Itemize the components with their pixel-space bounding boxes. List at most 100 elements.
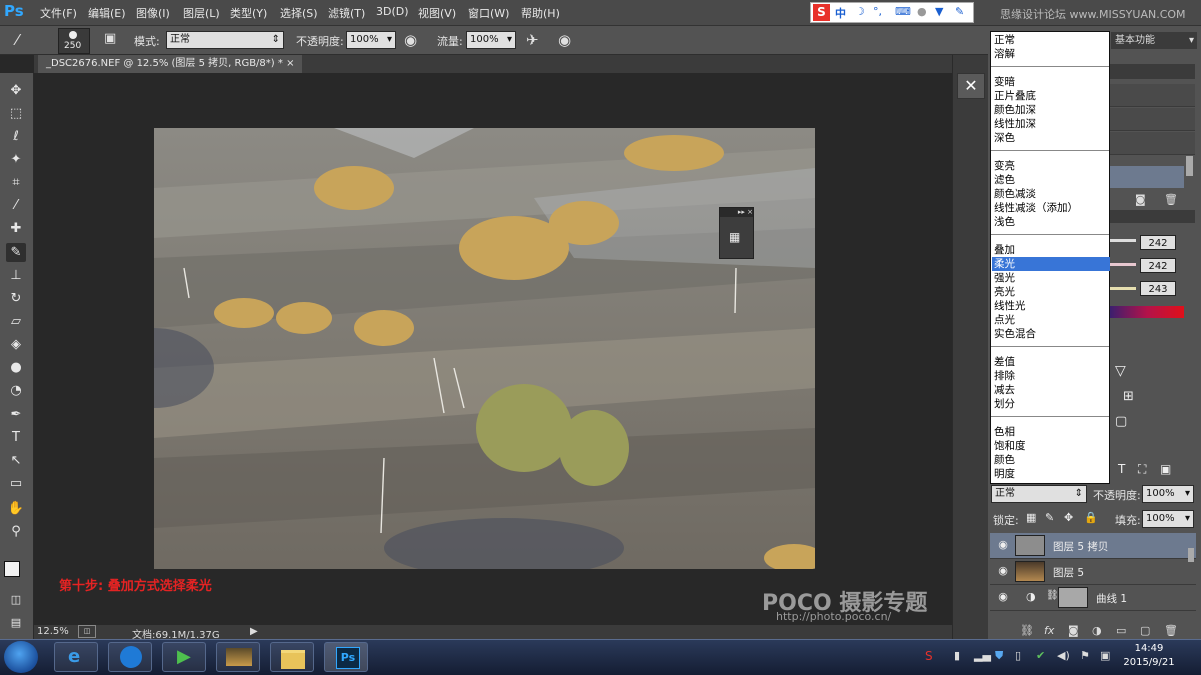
blend-mode-option[interactable]: 溶解 bbox=[992, 47, 1110, 61]
blend-mode-option[interactable]: 饱和度 bbox=[992, 439, 1110, 453]
scrollbar-thumb[interactable] bbox=[1186, 156, 1193, 176]
user-icon[interactable]: ● bbox=[917, 5, 927, 18]
layer-opacity-input[interactable]: 100% ▾ bbox=[1142, 485, 1194, 503]
stamp-tool-icon[interactable]: ⊥ bbox=[6, 266, 26, 285]
adjustment-icon[interactable]: ◑ bbox=[1092, 624, 1102, 637]
color-b-value[interactable]: 243 bbox=[1140, 281, 1176, 296]
status-menu-arrow-icon[interactable]: ▶ bbox=[250, 626, 258, 637]
crop-tool-icon[interactable]: ⌗ bbox=[6, 173, 26, 192]
panel-tab-header[interactable] bbox=[1110, 64, 1195, 79]
layer-row[interactable]: ◉ 图层 5 bbox=[990, 559, 1196, 585]
blend-mode-option[interactable]: 正常 bbox=[992, 33, 1110, 47]
brush-tool-icon[interactable]: ✎ bbox=[6, 243, 26, 262]
menu-window[interactable]: 窗口(W) bbox=[468, 5, 509, 21]
eye-icon[interactable]: ◉ bbox=[996, 564, 1010, 578]
history-row[interactable] bbox=[1110, 132, 1195, 155]
pressure-opacity-icon[interactable]: ◉ bbox=[404, 31, 417, 49]
trash-icon[interactable]: 🗑 bbox=[1164, 193, 1178, 206]
sogou-logo-icon[interactable]: S bbox=[813, 4, 830, 21]
blend-mode-option[interactable]: 强光 bbox=[992, 271, 1110, 285]
menu-image[interactable]: 图像(I) bbox=[136, 5, 170, 21]
lock-transparent-icon[interactable]: ▦ bbox=[1026, 511, 1036, 524]
menu-help[interactable]: 帮助(H) bbox=[521, 5, 560, 21]
keyboard-icon[interactable]: ⌨ bbox=[895, 5, 911, 18]
history-row[interactable] bbox=[1110, 84, 1195, 107]
b-slider[interactable] bbox=[1110, 287, 1136, 290]
layer-name[interactable]: 图层 5 bbox=[1053, 565, 1084, 580]
color-g-value[interactable]: 242 bbox=[1140, 258, 1176, 273]
blend-mode-option[interactable]: 深色 bbox=[992, 131, 1110, 145]
brush-preset-picker[interactable]: 250 bbox=[58, 28, 90, 54]
blend-mode-option[interactable]: 颜色减淡 bbox=[992, 187, 1110, 201]
blend-mode-option[interactable]: 线性加深 bbox=[992, 117, 1110, 131]
wrench-icon[interactable]: ✎ bbox=[955, 5, 964, 18]
blend-mode-option[interactable]: 滤色 bbox=[992, 173, 1110, 187]
flow-input[interactable]: 100% ▾ bbox=[466, 31, 516, 49]
photo-viewer-icon[interactable] bbox=[216, 642, 260, 672]
layer-name[interactable]: 曲线 1 bbox=[1096, 591, 1127, 606]
path-select-icon[interactable]: ↖ bbox=[6, 451, 26, 470]
group-icon[interactable]: ▭ bbox=[1116, 624, 1126, 637]
history-row[interactable] bbox=[1110, 108, 1195, 131]
link-layers-icon[interactable]: ⛓ bbox=[1020, 624, 1034, 637]
layer-name[interactable]: 图层 5 拷贝 bbox=[1053, 539, 1108, 554]
blend-mode-option[interactable]: 差值 bbox=[992, 355, 1110, 369]
ime-toolbar[interactable]: S 中 ☽ °, ⌨ ● ▼ ✎ bbox=[810, 2, 974, 23]
healing-brush-icon[interactable]: ✚ bbox=[6, 219, 26, 238]
menu-filter[interactable]: 滤镜(T) bbox=[328, 5, 365, 21]
moon-icon[interactable]: ☽ bbox=[855, 5, 865, 18]
close-icon[interactable]: ✕ bbox=[957, 73, 985, 99]
layers-scrollbar-thumb[interactable] bbox=[1188, 548, 1194, 562]
paint-bucket-icon[interactable]: ◈ bbox=[6, 335, 26, 354]
layer-blend-select[interactable]: 正常 ⇕ bbox=[991, 485, 1087, 503]
channel-mixer-icon[interactable]: ⊞ bbox=[1123, 389, 1134, 404]
battery-icon[interactable]: ▯ bbox=[1015, 649, 1021, 662]
blend-mode-option[interactable]: 排除 bbox=[992, 369, 1110, 383]
blend-mode-option[interactable]: 线性减淡（添加） bbox=[992, 201, 1110, 215]
hand-tool-icon[interactable]: ✋ bbox=[6, 499, 26, 518]
status-preview-icon[interactable]: ◫ bbox=[78, 625, 96, 638]
tray-app-icon[interactable]: ▣ bbox=[1100, 649, 1110, 662]
start-button[interactable] bbox=[4, 641, 38, 673]
screen-mode-icon[interactable]: ▤ bbox=[6, 613, 26, 632]
r-slider[interactable] bbox=[1110, 239, 1136, 242]
blend-mode-option[interactable]: 划分 bbox=[992, 397, 1110, 411]
blend-mode-option[interactable]: 实色混合 bbox=[992, 327, 1110, 341]
pen-tool-icon[interactable]: ✒ bbox=[6, 405, 26, 424]
smart-object-filter-icon[interactable]: ▣ bbox=[1160, 462, 1171, 476]
blend-mode-option[interactable]: 颜色 bbox=[992, 453, 1110, 467]
gradient-map-icon[interactable]: ▽ bbox=[1115, 363, 1126, 379]
dodge-tool-icon[interactable]: ◔ bbox=[6, 381, 26, 400]
move-tool-icon[interactable]: ✥ bbox=[6, 81, 26, 100]
marquee-tool-icon[interactable]: ⬚ bbox=[6, 104, 26, 123]
skin-icon[interactable]: ▼ bbox=[935, 5, 943, 18]
photoshop-taskbar-icon[interactable]: Ps bbox=[324, 642, 368, 672]
lock-pixels-icon[interactable]: ✎ bbox=[1045, 511, 1054, 524]
blend-mode-option[interactable]: 变暗 bbox=[992, 75, 1110, 89]
menu-layer[interactable]: 图层(L) bbox=[183, 5, 220, 21]
history-row-selected[interactable] bbox=[1110, 166, 1184, 188]
panel-collapse-icon[interactable]: ▸▸ × bbox=[720, 208, 753, 217]
fill-input[interactable]: 100% ▾ bbox=[1142, 510, 1194, 528]
photo-canvas[interactable] bbox=[154, 128, 815, 569]
close-icon[interactable]: × bbox=[286, 58, 294, 69]
eye-icon[interactable]: ◉ bbox=[996, 590, 1010, 604]
floating-mini-panel[interactable]: ▸▸ × ▦ bbox=[719, 207, 754, 259]
eraser-icon[interactable]: ▱ bbox=[6, 312, 26, 331]
lock-position-icon[interactable]: ✥ bbox=[1064, 511, 1073, 524]
eyedropper-icon[interactable]: ⁄ bbox=[6, 196, 26, 215]
blend-mode-option[interactable]: 柔光 bbox=[992, 257, 1110, 271]
foreground-color-swatch[interactable] bbox=[4, 561, 20, 577]
workspace-select[interactable]: 基本功能 ▾ bbox=[1111, 32, 1197, 49]
ime-mode[interactable]: 中 bbox=[835, 5, 846, 21]
blend-mode-option[interactable]: 点光 bbox=[992, 313, 1110, 327]
flag-icon[interactable]: ⚑ bbox=[1080, 649, 1090, 662]
security-icon[interactable]: ✔ bbox=[1036, 649, 1045, 662]
shield-icon[interactable]: ⛊ bbox=[995, 649, 1003, 663]
blend-mode-option[interactable]: 亮光 bbox=[992, 285, 1110, 299]
eye-icon[interactable]: ◉ bbox=[996, 538, 1010, 552]
blur-tool-icon[interactable]: ● bbox=[6, 358, 26, 377]
zoom-tool-icon[interactable]: ⚲ bbox=[6, 522, 26, 541]
blend-mode-option[interactable]: 浅色 bbox=[992, 215, 1110, 229]
color-r-value[interactable]: 242 bbox=[1140, 235, 1176, 250]
